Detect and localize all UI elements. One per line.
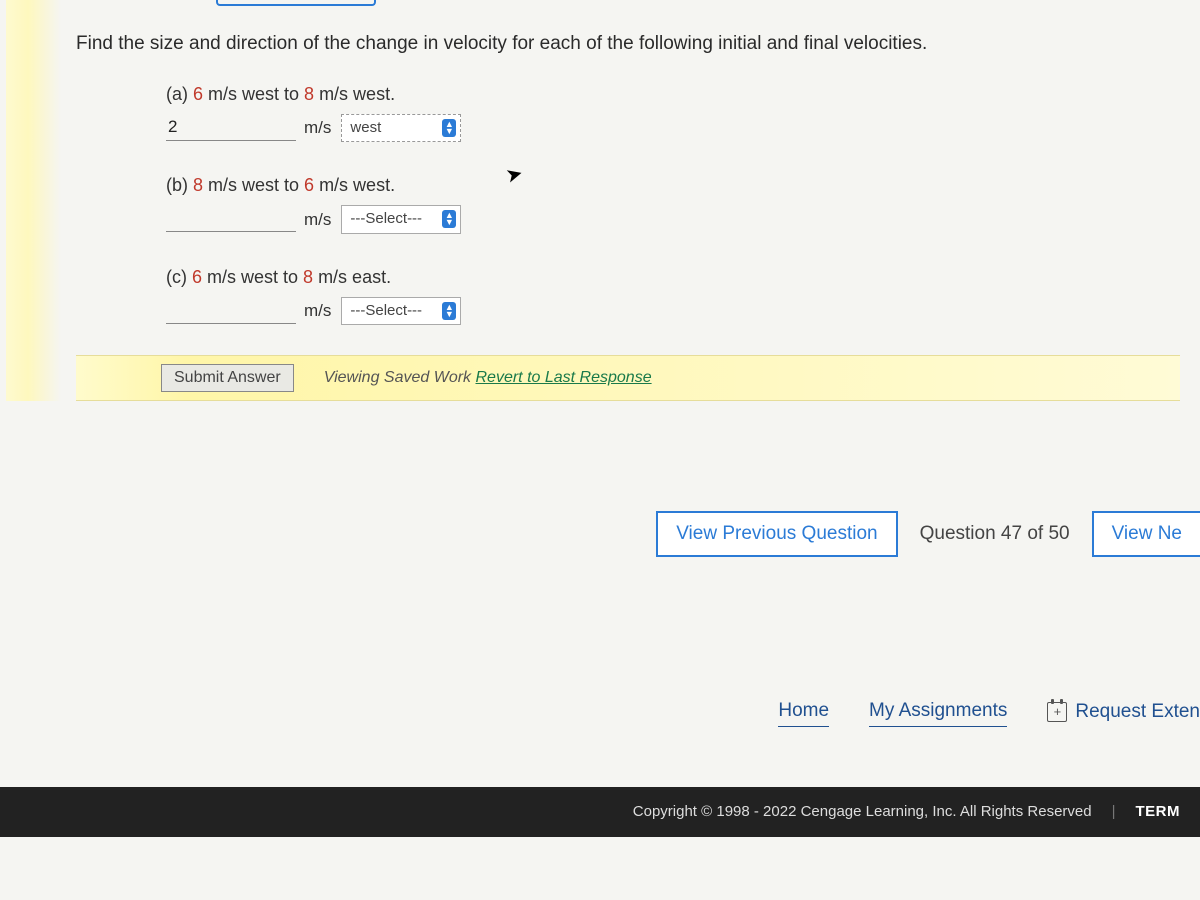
my-assignments-link[interactable]: My Assignments xyxy=(869,697,1007,727)
view-previous-button[interactable]: View Previous Question xyxy=(656,511,897,557)
saved-work-text: Viewing Saved Work Revert to Last Respon… xyxy=(324,366,652,390)
view-next-button[interactable]: View Ne xyxy=(1092,511,1200,557)
subpart-b: (b) 8 m/s west to 6 m/s west. m/s ---Sel… xyxy=(166,172,1180,234)
magnitude-input-b[interactable] xyxy=(166,206,296,232)
chevron-up-down-icon: ▲▼ xyxy=(442,210,456,228)
calendar-plus-icon: + xyxy=(1047,702,1067,722)
unit-label: m/s xyxy=(304,298,331,324)
direction-select-b[interactable]: ---Select--- ▲▼ xyxy=(341,205,461,234)
magnitude-input-c[interactable] xyxy=(166,298,296,324)
direction-select-c[interactable]: ---Select--- ▲▼ xyxy=(341,297,461,326)
partial-input-outline xyxy=(216,0,376,6)
subpart-a-label: (a) 6 m/s west to 8 m/s west. xyxy=(166,84,395,104)
page-footer: Copyright © 1998 - 2022 Cengage Learning… xyxy=(0,787,1200,838)
question-block: Find the size and direction of the chang… xyxy=(0,0,1200,401)
subpart-b-label: (b) 8 m/s west to 6 m/s west. xyxy=(166,175,395,195)
subpart-a: (a) 6 m/s west to 8 m/s west. m/s west ▲… xyxy=(166,81,1180,143)
home-link[interactable]: Home xyxy=(778,697,829,727)
question-nav: View Previous Question Question 47 of 50… xyxy=(0,511,1200,557)
copyright-text: Copyright © 1998 - 2022 Cengage Learning… xyxy=(633,801,1092,824)
magnitude-input-a[interactable] xyxy=(166,115,296,141)
unit-label: m/s xyxy=(304,207,331,233)
revert-link[interactable]: Revert to Last Response xyxy=(476,369,652,386)
footer-links: Home My Assignments + Request Exten xyxy=(0,697,1200,727)
divider: | xyxy=(1112,801,1116,824)
subpart-c: (c) 6 m/s west to 8 m/s east. m/s ---Sel… xyxy=(166,264,1180,326)
chevron-up-down-icon: ▲▼ xyxy=(442,119,456,137)
question-prompt: Find the size and direction of the chang… xyxy=(76,30,1180,59)
question-counter: Question 47 of 50 xyxy=(920,520,1070,549)
direction-select-a[interactable]: west ▲▼ xyxy=(341,114,461,143)
request-extension-link[interactable]: + Request Exten xyxy=(1047,698,1200,727)
submit-answer-button[interactable]: Submit Answer xyxy=(161,364,294,392)
terms-link[interactable]: TERM xyxy=(1136,801,1181,824)
submit-bar: Submit Answer Viewing Saved Work Revert … xyxy=(76,355,1180,401)
unit-label: m/s xyxy=(304,115,331,141)
subpart-c-label: (c) 6 m/s west to 8 m/s east. xyxy=(166,267,391,287)
chevron-up-down-icon: ▲▼ xyxy=(442,302,456,320)
